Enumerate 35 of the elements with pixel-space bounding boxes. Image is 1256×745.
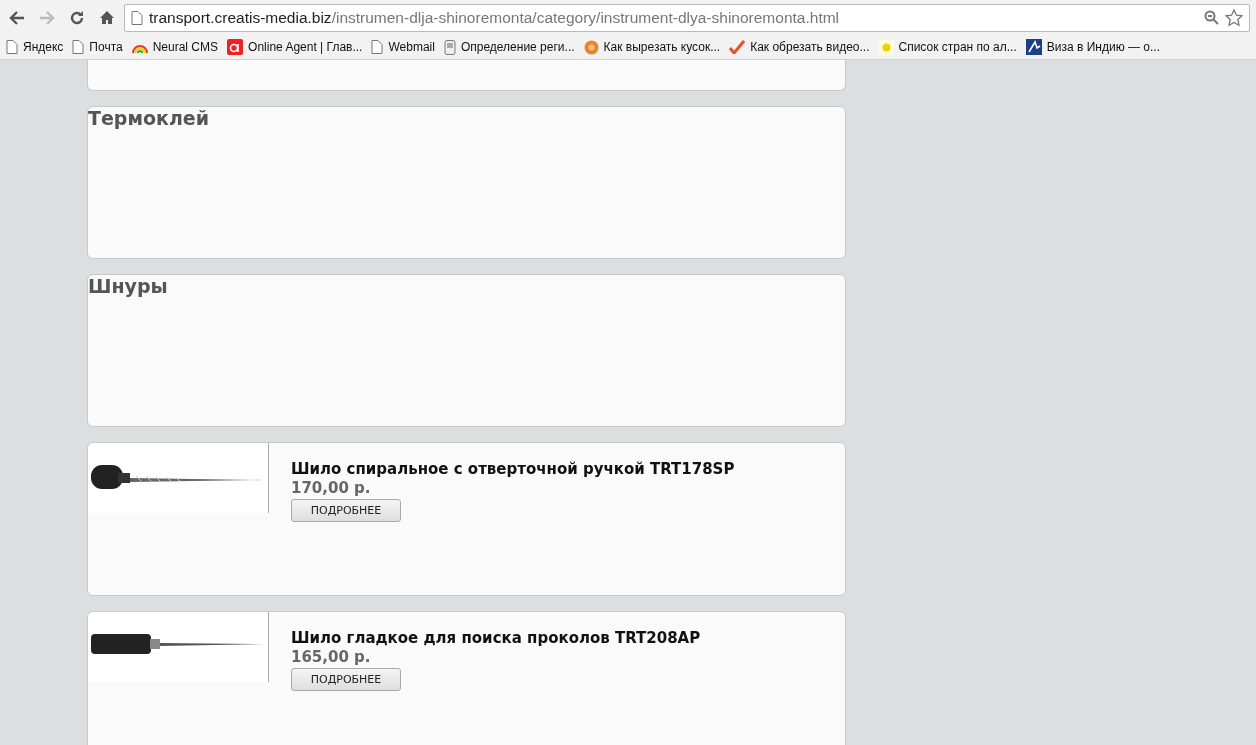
product-price: 165,00 р.	[291, 648, 371, 666]
bookmark[interactable]: Webmail	[369, 40, 442, 54]
page-icon	[371, 40, 384, 54]
sun-icon	[878, 39, 894, 55]
url-text: transport.creatis-media.biz/instrumen-dlja-shinoremonta/category/instrument-dlya-shinoremonta.html	[149, 8, 841, 27]
bookmark[interactable]: Как вырезать кусок...	[581, 39, 728, 55]
address-bar[interactable]: transport.creatis-media.biz/instrumen-dlja-shinoremonta/category/instrument-dlya-shinoremonta.html	[124, 3, 1250, 32]
reload-icon	[69, 9, 85, 26]
bookmark[interactable]: Почта	[70, 40, 130, 54]
page-icon	[72, 40, 85, 54]
forward-arrow-icon	[39, 10, 55, 25]
bookmark[interactable]: Как обрезать видео...	[727, 40, 877, 54]
checkmark-icon	[729, 40, 746, 54]
bookmark[interactable]: Определение реги...	[441, 39, 582, 55]
search-icon[interactable]	[1204, 10, 1219, 25]
product-name[interactable]: Шило гладкое для поиска проколов TRT208AP	[291, 629, 701, 647]
product-name[interactable]: Шило спиральное с отверточной ручкой TRT178SP	[291, 460, 735, 478]
page-icon	[131, 10, 143, 25]
alpha-icon	[227, 39, 244, 55]
back-arrow-icon	[9, 10, 25, 25]
bookmark[interactable]: Online Agent | Глав...	[225, 39, 370, 55]
disc-icon	[583, 39, 599, 55]
details-button[interactable]: ПОДРОБНЕЕ	[291, 668, 401, 691]
category-title: Термоклей	[88, 107, 211, 129]
phone-icon	[443, 39, 456, 55]
bookmark[interactable]: Виза в Индию — о...	[1023, 39, 1167, 55]
details-button[interactable]: ПОДРОБНЕЕ	[291, 499, 401, 522]
bookmark[interactable]: Яндекс	[4, 40, 71, 54]
bookmark[interactable]: Список стран по ал...	[876, 39, 1024, 55]
category-title: Шнуры	[88, 275, 169, 297]
star-icon[interactable]	[1225, 8, 1243, 27]
page-icon	[6, 40, 18, 54]
product-price: 170,00 р.	[291, 479, 371, 497]
bookmark[interactable]: Neural CMS	[129, 40, 226, 54]
home-icon	[99, 10, 115, 25]
